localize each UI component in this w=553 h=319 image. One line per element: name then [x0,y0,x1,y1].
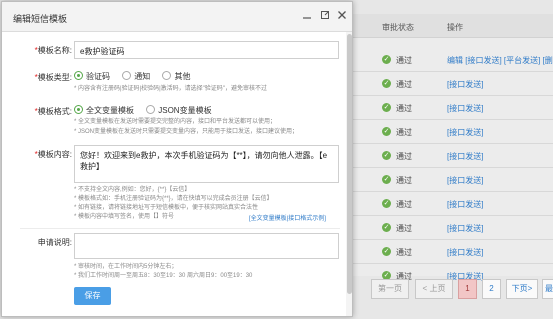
page-1-button[interactable]: 1 [458,279,477,299]
radio-selected-icon [74,71,83,80]
format-example-link[interactable]: [全文变量模板|接口格式示例] [249,213,326,222]
check-icon: ✓ [382,151,391,160]
column-action-header: 操作 [447,23,463,32]
prev-page-button[interactable]: < 上页 [415,279,453,299]
table-row: ✓ 通过 [接口发送] [346,144,553,168]
row-status: 通过 [396,200,412,209]
row-actions[interactable]: 编辑 [接口发送] [平台发送] [删 [447,55,553,66]
format-option-fulltext[interactable]: 全文变量模板 [74,105,134,116]
template-content-textarea[interactable]: 您好！欢迎来到e救护，本次手机验证码为【**】，请勿向他人泄露。【e救护】 [74,145,339,183]
row-send-link[interactable]: [接口发送] [447,247,483,258]
table-row: ✓ 通过 [接口发送] [346,168,553,192]
radio-icon [162,71,172,80]
template-format-label-text: 模板格式: [37,107,72,116]
row-send-link[interactable]: [接口发送] [447,223,483,234]
type-option-verification[interactable]: 验证码 [74,71,110,82]
format-hint-2: * JSON变量模板在发送时只需要提交变量内容，只能用于接口发送，接口建议使用； [74,129,299,135]
page-2-button[interactable]: 2 [482,279,501,299]
row-status: 通过 [396,176,412,185]
type-hint: * 内容含有注册码|验证码|校验码|激活码，请选择"验证码"，避免审核不过 [74,86,267,92]
maximize-icon[interactable] [319,10,331,22]
check-icon: ✓ [382,79,391,88]
row-send-link[interactable]: [接口发送] [447,79,483,90]
row-send-link[interactable]: [接口发送] [447,103,483,114]
save-button[interactable]: 保存 [74,287,111,305]
next-page-button[interactable]: 下页> [506,279,538,299]
format-option-json[interactable]: JSON变量模板 [146,105,212,116]
template-type-radio-group: 验证码 通知 其他 [74,71,200,82]
row-send-link[interactable]: [接口发送] [447,175,483,186]
row-status: 通过 [396,56,412,65]
check-icon: ✓ [382,223,391,232]
type-option-verification-label: 验证码 [86,72,110,81]
template-type-label-text: 模板类型: [37,73,72,82]
table-row: ✓ 通过 [接口发送] [346,240,553,264]
row-send-link[interactable]: [接口发送] [447,151,483,162]
dialog-body: *模板名称: e救护验证码 *模板类型: 验证码 通知 其他 * 内容含有注册码… [2,32,352,316]
row-status: 通过 [396,224,412,233]
row-send-link[interactable]: [接口发送] [447,127,483,138]
template-format-radio-group: 全文变量模板 JSON变量模板 [74,105,222,116]
radio-icon [146,105,156,114]
apply-note-textarea[interactable] [74,233,339,259]
content-hint-2: * 模板格式如：手机注册验证码为{**}，请在快填写以完成会员注册【云信】 [74,196,273,202]
template-format-label: *模板格式: [34,107,72,116]
check-icon: ✓ [382,127,391,136]
column-status-header: 审批状态 [382,23,414,32]
content-hint-3: * 如有链接，请将链接地址写于短信模板中，便于核实网站真实合法性 [74,205,259,211]
minimize-icon[interactable] [301,10,313,22]
row-status: 通过 [396,80,412,89]
close-icon[interactable] [336,10,348,22]
template-content-label-text: 模板内容: [37,150,72,159]
table-row: ✓ 通过 编辑 [接口发送] [平台发送] [删 [346,48,553,72]
type-option-notice[interactable]: 通知 [122,71,150,82]
table-row: ✓ 通过 [接口发送] [346,96,553,120]
template-content-label: *模板内容: [34,150,72,159]
check-icon: ✓ [382,175,391,184]
apply-hint-1: * 审核时间，在工作时间内5分钟左右； [74,264,178,270]
content-hint-4: * 模板内容中填写签名，使用【】符号 [74,214,175,220]
dialog-title: 编辑短信模板 [13,14,68,24]
radio-selected-icon [74,105,83,114]
table-row: ✓ 通过 [接口发送] [346,216,553,240]
divider [20,228,340,229]
template-table: 审批状态 操作 ✓ 通过 编辑 [接口发送] [平台发送] [删 ✓ 通过 [接口发送]… [346,14,553,281]
table-row: ✓ 通过 [接口发送] [346,192,553,216]
type-option-notice-label: 通知 [134,72,151,81]
template-type-label: *模板类型: [34,73,72,82]
row-send-link[interactable]: [接口发送] [447,199,483,210]
format-option-json-label: JSON变量模板 [158,106,212,115]
type-option-other-label: 其他 [174,72,191,81]
table-row: ✓ 通过 [接口发送] [346,72,553,96]
dialog-scrollbar[interactable] [346,32,352,316]
last-page-button[interactable]: 最 [542,279,553,299]
row-status: 通过 [396,104,412,113]
template-name-input[interactable]: e救护验证码 [74,41,339,59]
content-hint-1: * 不支持全文内容,例如：您好，{**}【云信】 [74,187,191,193]
table-row: ✓ 通过 [接口发送] [346,120,553,144]
edit-template-dialog: 编辑短信模板 *模板名称: e救护验证码 *模板类型: 验证码 通知 其他 * … [1,1,353,317]
apply-hint-2: * 我们工作时间周一至周五8：30至19：30 周六周日9：00至19：30 [74,273,253,279]
format-option-fulltext-label: 全文变量模板 [86,106,134,115]
row-status: 通过 [396,248,412,257]
radio-icon [122,71,132,80]
row-status: 通过 [396,152,412,161]
scrollbar-thumb[interactable] [347,34,352,294]
apply-note-label: 申请说明: [37,238,72,247]
format-hint-1: * 全文变量模板在发送时需要提交完整的内容，接口和平台发送都可以使用； [74,119,277,125]
check-icon: ✓ [382,247,391,256]
check-icon: ✓ [382,103,391,112]
type-option-other[interactable]: 其他 [162,71,190,82]
row-status: 通过 [396,128,412,137]
template-name-label: *模板名称: [34,46,72,55]
template-name-label-text: 模板名称: [37,46,72,55]
check-icon: ✓ [382,55,391,64]
dialog-header: 编辑短信模板 [2,2,352,32]
check-icon: ✓ [382,199,391,208]
first-page-button[interactable]: 第一页 [371,279,409,299]
table-header: 审批状态 操作 [346,14,553,38]
